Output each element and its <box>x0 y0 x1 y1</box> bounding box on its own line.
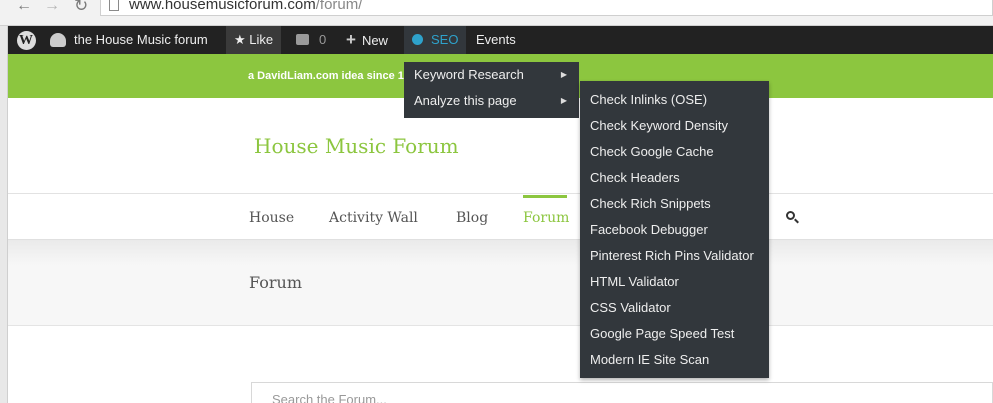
address-bar[interactable]: www.housemusicforum.com/forum/ <box>100 0 993 16</box>
submenu-arrow-icon: ▶ <box>560 96 567 105</box>
submenu-item-css-validator[interactable]: CSS Validator <box>580 295 769 321</box>
forum-search-placeholder: Search the Forum... <box>272 392 387 403</box>
back-arrow-icon[interactable]: ← <box>16 0 32 14</box>
window-edge <box>0 26 8 403</box>
wordpress-logo-icon[interactable]: W <box>12 26 40 54</box>
seo-dropdown-menu: Keyword Research ▶ Analyze this page ▶ <box>404 62 579 118</box>
submenu-arrow-icon: ▶ <box>560 70 567 79</box>
url-text: www.housemusicforum.com/forum/ <box>129 0 363 13</box>
submenu-item-check-google-cache[interactable]: Check Google Cache <box>580 139 769 165</box>
submenu-item-check-headers[interactable]: Check Headers <box>580 165 769 191</box>
wp-admin-bar: W the House Music forum ★ Like 0 + New SE… <box>8 26 993 54</box>
reload-icon[interactable]: ↻ <box>74 0 88 14</box>
search-icon[interactable] <box>786 211 799 224</box>
browser-toolbar: ← → ↻ www.housemusicforum.com/forum/ <box>0 0 993 26</box>
submenu-item-facebook-debugger[interactable]: Facebook Debugger <box>580 217 769 243</box>
page-title: Forum <box>249 273 302 292</box>
site-tagline: a DavidLiam.com idea since 1n <box>248 70 577 82</box>
seo-status-dot-icon <box>412 34 423 46</box>
like-button[interactable]: ★ Like <box>226 26 282 54</box>
star-icon: ★ <box>234 32 246 47</box>
active-nav-indicator <box>523 195 567 198</box>
nav-item-forum[interactable]: Forum <box>523 210 569 226</box>
site-name-menu[interactable]: the House Music forum <box>50 26 208 54</box>
comment-bubble-icon <box>296 34 309 46</box>
nav-item-blog[interactable]: Blog <box>456 210 488 226</box>
submenu-item-check-inlinks[interactable]: Check Inlinks (OSE) <box>580 87 769 113</box>
comments-button[interactable]: 0 <box>296 26 326 54</box>
forward-arrow-icon[interactable]: → <box>44 0 60 14</box>
nav-item-activity-wall[interactable]: Activity Wall <box>329 210 418 226</box>
submenu-item-page-speed-test[interactable]: Google Page Speed Test <box>580 321 769 347</box>
events-button[interactable]: Events <box>476 26 516 54</box>
dashboard-icon <box>50 32 66 47</box>
seo-menu-button[interactable]: SEO <box>404 26 467 54</box>
forum-content: Search the Forum... <box>8 327 993 403</box>
menu-item-analyze-this-page[interactable]: Analyze this page ▶ <box>404 88 579 114</box>
submenu-item-pinterest-validator[interactable]: Pinterest Rich Pins Validator <box>580 243 769 269</box>
site-title[interactable]: House Music Forum <box>254 134 459 158</box>
plus-icon: + <box>346 30 356 49</box>
nav-item-house[interactable]: House <box>249 210 294 226</box>
new-content-button[interactable]: + New <box>346 26 388 54</box>
submenu-item-check-rich-snippets[interactable]: Check Rich Snippets <box>580 191 769 217</box>
page-title-band: Forum <box>8 240 993 326</box>
page-icon <box>109 0 119 11</box>
main-navigation: House Activity Wall Blog Forum <box>8 195 993 240</box>
submenu-item-html-validator[interactable]: HTML Validator <box>580 269 769 295</box>
submenu-item-modern-ie-scan[interactable]: Modern IE Site Scan <box>580 347 769 373</box>
analyze-submenu: Check Inlinks (OSE) Check Keyword Densit… <box>580 81 769 378</box>
menu-item-keyword-research[interactable]: Keyword Research ▶ <box>404 62 579 88</box>
submenu-item-check-keyword-density[interactable]: Check Keyword Density <box>580 113 769 139</box>
forum-search-input[interactable]: Search the Forum... <box>251 382 993 403</box>
